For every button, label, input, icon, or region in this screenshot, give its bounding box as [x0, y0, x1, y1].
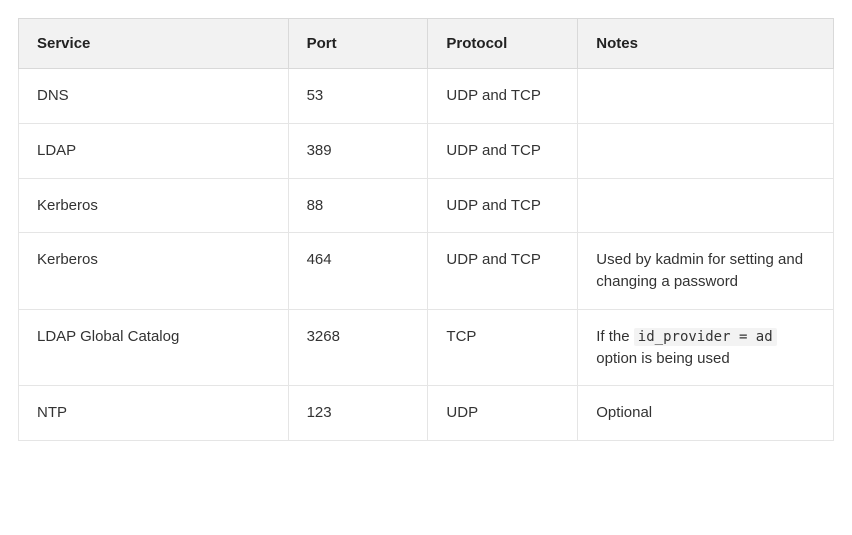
- cell-port: 3268: [288, 309, 428, 386]
- notes-text-post: option is being used: [596, 350, 729, 367]
- cell-service: LDAP Global Catalog: [19, 309, 289, 386]
- cell-notes: Used by kadmin for setting and changing …: [578, 233, 834, 310]
- cell-protocol: UDP and TCP: [428, 233, 578, 310]
- cell-notes: [578, 178, 834, 233]
- notes-code: id_provider = ad: [634, 328, 777, 346]
- table-row: LDAP 389 UDP and TCP: [19, 123, 834, 178]
- table-row: NTP 123 UDP Optional: [19, 386, 834, 441]
- cell-service: DNS: [19, 69, 289, 124]
- cell-notes: If the id_provider = ad option is being …: [578, 309, 834, 386]
- cell-port: 389: [288, 123, 428, 178]
- cell-notes: [578, 69, 834, 124]
- cell-protocol: TCP: [428, 309, 578, 386]
- table-header-row: Service Port Protocol Notes: [19, 19, 834, 69]
- cell-port: 88: [288, 178, 428, 233]
- table-row: Kerberos 88 UDP and TCP: [19, 178, 834, 233]
- cell-service: LDAP: [19, 123, 289, 178]
- cell-protocol: UDP and TCP: [428, 178, 578, 233]
- cell-port: 53: [288, 69, 428, 124]
- ports-table: Service Port Protocol Notes DNS 53 UDP a…: [18, 18, 834, 441]
- table-row: DNS 53 UDP and TCP: [19, 69, 834, 124]
- cell-protocol: UDP: [428, 386, 578, 441]
- cell-protocol: UDP and TCP: [428, 69, 578, 124]
- cell-service: NTP: [19, 386, 289, 441]
- notes-text-pre: If the: [596, 328, 634, 345]
- cell-notes: Optional: [578, 386, 834, 441]
- cell-protocol: UDP and TCP: [428, 123, 578, 178]
- header-service: Service: [19, 19, 289, 69]
- cell-service: Kerberos: [19, 233, 289, 310]
- header-protocol: Protocol: [428, 19, 578, 69]
- header-notes: Notes: [578, 19, 834, 69]
- cell-notes: [578, 123, 834, 178]
- cell-port: 464: [288, 233, 428, 310]
- header-port: Port: [288, 19, 428, 69]
- table-row: Kerberos 464 UDP and TCP Used by kadmin …: [19, 233, 834, 310]
- cell-service: Kerberos: [19, 178, 289, 233]
- cell-port: 123: [288, 386, 428, 441]
- table-row: LDAP Global Catalog 3268 TCP If the id_p…: [19, 309, 834, 386]
